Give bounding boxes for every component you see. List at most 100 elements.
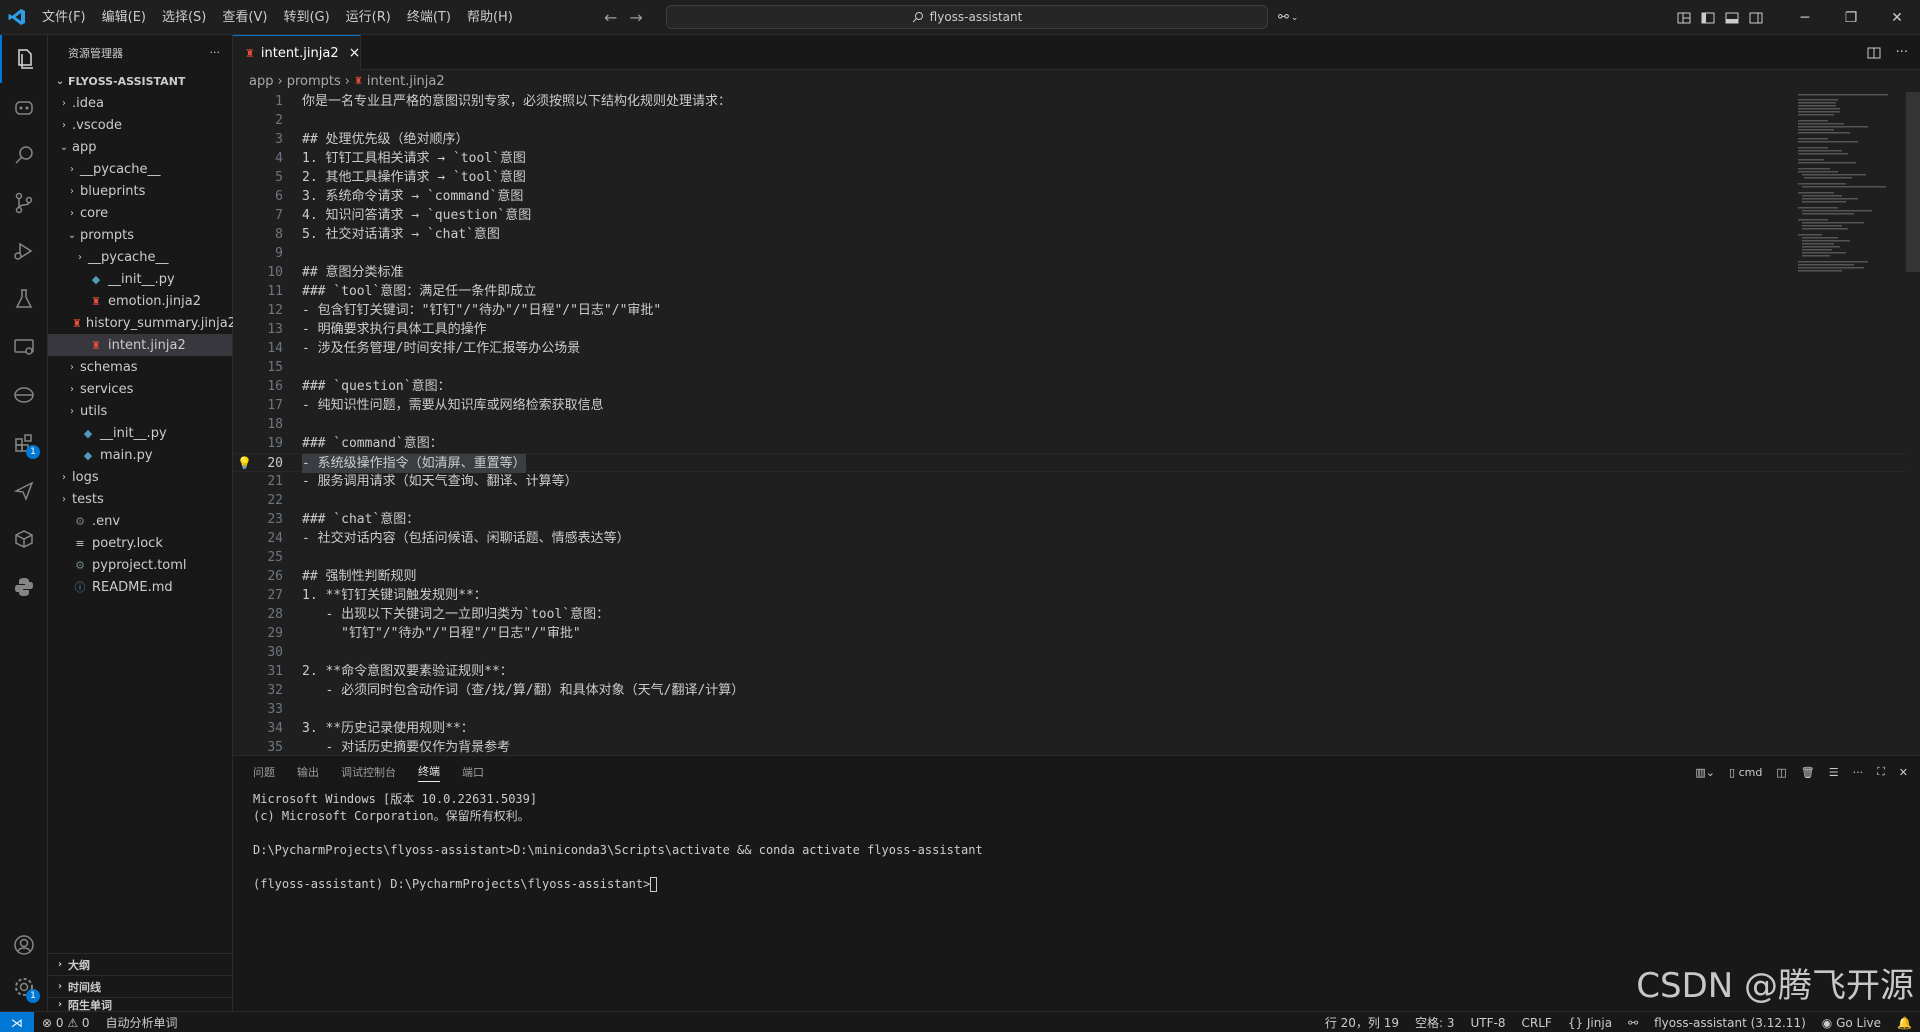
tab-debug-console[interactable]: 调试控制台 <box>341 764 396 780</box>
file--env[interactable]: ⚙ .env <box>48 510 232 532</box>
section-timeline[interactable]: › 时间线 <box>48 975 233 997</box>
toggle-primary-sidebar-icon[interactable] <box>1700 10 1716 26</box>
section-outline[interactable]: › 大纲 <box>48 953 233 975</box>
copilot-chat-icon[interactable] <box>0 83 48 131</box>
source-control-icon[interactable] <box>0 179 48 227</box>
maximize-panel-icon[interactable]: ⛶ <box>1877 765 1885 779</box>
scrollbar-thumb[interactable] <box>1906 92 1920 272</box>
encoding[interactable]: UTF-8 <box>1471 1016 1506 1030</box>
file-intent-jinja2[interactable]: ♜ intent.jinja2 <box>48 334 232 356</box>
run-debug-icon[interactable] <box>0 227 48 275</box>
vertical-scrollbar[interactable] <box>1906 92 1920 755</box>
go-live-button[interactable]: ◉ Go Live <box>1822 1016 1881 1030</box>
menu-edit[interactable]: 编辑(E) <box>94 0 154 35</box>
customize-layout-icon[interactable] <box>1676 10 1692 26</box>
file--init-py[interactable]: ◆ __init__.py <box>48 422 232 444</box>
restore-icon[interactable]: ❐ <box>1828 0 1874 35</box>
close-icon[interactable]: ✕ <box>1874 0 1920 35</box>
file-emotion-jinja2[interactable]: ♜ emotion.jinja2 <box>48 290 232 312</box>
workspace-root[interactable]: ⌄ FLYOSS-ASSISTANT <box>48 70 232 92</box>
send-arrow-icon[interactable] <box>0 467 48 515</box>
language-mode[interactable]: {} Jinja <box>1568 1016 1612 1030</box>
remote-explorer-icon[interactable] <box>0 323 48 371</box>
file--init-py[interactable]: ◆ __init__.py <box>48 268 232 290</box>
file-README-md[interactable]: ⓘ README.md <box>48 576 232 598</box>
folder-app[interactable]: ⌄ app <box>48 136 232 158</box>
folder--pycache-[interactable]: › __pycache__ <box>48 158 232 180</box>
breadcrumb-prompts[interactable]: prompts <box>287 74 341 89</box>
extensions-icon[interactable]: 1 <box>0 419 48 467</box>
split-terminal-icon[interactable]: ◫ <box>1776 766 1786 779</box>
minimize-icon[interactable]: ─ <box>1782 0 1828 35</box>
database-icon[interactable] <box>0 371 48 419</box>
remote-indicator-icon[interactable]: ⋊ <box>0 1012 34 1032</box>
menu-help[interactable]: 帮助(H) <box>459 0 521 35</box>
more-actions-icon[interactable]: ··· <box>1853 766 1864 779</box>
code-editor[interactable]: 1 你是一名专业且严格的意图识别专家，必须按照以下结构化规则处理请求： 2 3 ## 处… <box>233 92 1920 755</box>
manage-gear-icon[interactable]: 1 <box>0 963 48 1011</box>
menu-go[interactable]: 转到(G) <box>275 0 337 35</box>
folder-prompts[interactable]: ⌄ prompts <box>48 224 232 246</box>
lightbulb-icon[interactable]: 💡 <box>237 454 252 473</box>
indentation[interactable]: 空格: 3 <box>1415 1014 1455 1031</box>
close-panel-icon[interactable]: ✕ <box>1899 766 1908 779</box>
search-icon[interactable] <box>0 131 48 179</box>
terminal-shell-selector[interactable]: ▯ cmd <box>1729 766 1762 779</box>
toggle-panel-icon[interactable] <box>1724 10 1740 26</box>
spell-check-status[interactable]: 自动分析单词 <box>106 1014 178 1031</box>
more-actions-icon[interactable]: ··· <box>1896 45 1908 60</box>
file-poetry-lock[interactable]: ≡ poetry.lock <box>48 532 232 554</box>
folder-blueprints[interactable]: › blueprints <box>48 180 232 202</box>
terminal-output[interactable]: Microsoft Windows [版本 10.0.22631.5039] (c… <box>253 791 983 893</box>
breadcrumb-app[interactable]: app <box>249 74 273 89</box>
breadcrumb-file[interactable]: intent.jinja2 <box>367 74 445 89</box>
file-main-py[interactable]: ◆ main.py <box>48 444 232 466</box>
tab-problems[interactable]: 问题 <box>253 764 275 780</box>
section-unknown-words[interactable]: › 陌生单词 <box>48 997 233 1011</box>
folder-services[interactable]: › services <box>48 378 232 400</box>
testing-flask-icon[interactable] <box>0 275 48 323</box>
list-icon[interactable]: ☰ <box>1829 766 1839 779</box>
folder-utils[interactable]: › utils <box>48 400 232 422</box>
menu-run[interactable]: 运行(R) <box>338 0 399 35</box>
menu-selection[interactable]: 选择(S) <box>154 0 214 35</box>
line-ending[interactable]: CRLF <box>1522 1016 1552 1030</box>
folder--idea[interactable]: › .idea <box>48 92 232 114</box>
forward-arrow-icon[interactable]: → <box>629 8 642 27</box>
accounts-icon[interactable] <box>0 921 48 969</box>
trash-icon[interactable]: 🗑 <box>1801 766 1815 779</box>
folder--vscode[interactable]: › .vscode <box>48 114 232 136</box>
python-interpreter[interactable]: flyoss-assistant (3.12.11) <box>1654 1016 1806 1030</box>
copilot-status-icon[interactable]: ⚯ <box>1628 1016 1638 1030</box>
container-box-icon[interactable] <box>0 515 48 563</box>
folder-tests[interactable]: › tests <box>48 488 232 510</box>
explorer-icon[interactable] <box>0 35 48 83</box>
folder-schemas[interactable]: › schemas <box>48 356 232 378</box>
toggle-secondary-sidebar-icon[interactable] <box>1748 10 1764 26</box>
command-center[interactable]: flyoss-assistant <box>666 5 1268 29</box>
folder--pycache-[interactable]: › __pycache__ <box>48 246 232 268</box>
split-editor-icon[interactable] <box>1866 45 1882 61</box>
cursor-position[interactable]: 行 20，列 19 <box>1325 1014 1399 1031</box>
copilot-button[interactable]: ⚯ ⌄ <box>1278 0 1298 35</box>
back-arrow-icon[interactable]: ← <box>604 8 617 27</box>
python-icon[interactable] <box>0 563 48 611</box>
tab-intent-jinja2[interactable]: ♜ intent.jinja2 × <box>233 35 361 70</box>
folder-core[interactable]: › core <box>48 202 232 224</box>
tab-output[interactable]: 输出 <box>297 764 319 780</box>
minimap[interactable] <box>1798 92 1908 292</box>
tab-ports[interactable]: 端口 <box>462 764 484 780</box>
more-actions-icon[interactable]: ··· <box>210 46 221 59</box>
menu-terminal[interactable]: 终端(T) <box>399 0 459 35</box>
code-text: - 出现以下关键词之一立即归类为`tool`意图： <box>302 607 610 622</box>
notifications-bell-icon[interactable]: 🔔 <box>1897 1016 1912 1030</box>
close-icon[interactable]: × <box>349 45 361 61</box>
problems-count[interactable]: ⊗ 0 ⚠ 0 <box>42 1016 90 1030</box>
file-history-summary-jinja2[interactable]: ♜ history_summary.jinja2 <box>48 312 236 334</box>
menu-view[interactable]: 查看(V) <box>214 0 275 35</box>
folder-logs[interactable]: › logs <box>48 466 232 488</box>
new-terminal-layout-icon[interactable]: ▥⌄ <box>1695 766 1715 779</box>
tab-terminal[interactable]: 终端 <box>418 763 440 782</box>
menu-file[interactable]: 文件(F) <box>34 0 94 35</box>
file-pyproject-toml[interactable]: ⚙ pyproject.toml <box>48 554 232 576</box>
